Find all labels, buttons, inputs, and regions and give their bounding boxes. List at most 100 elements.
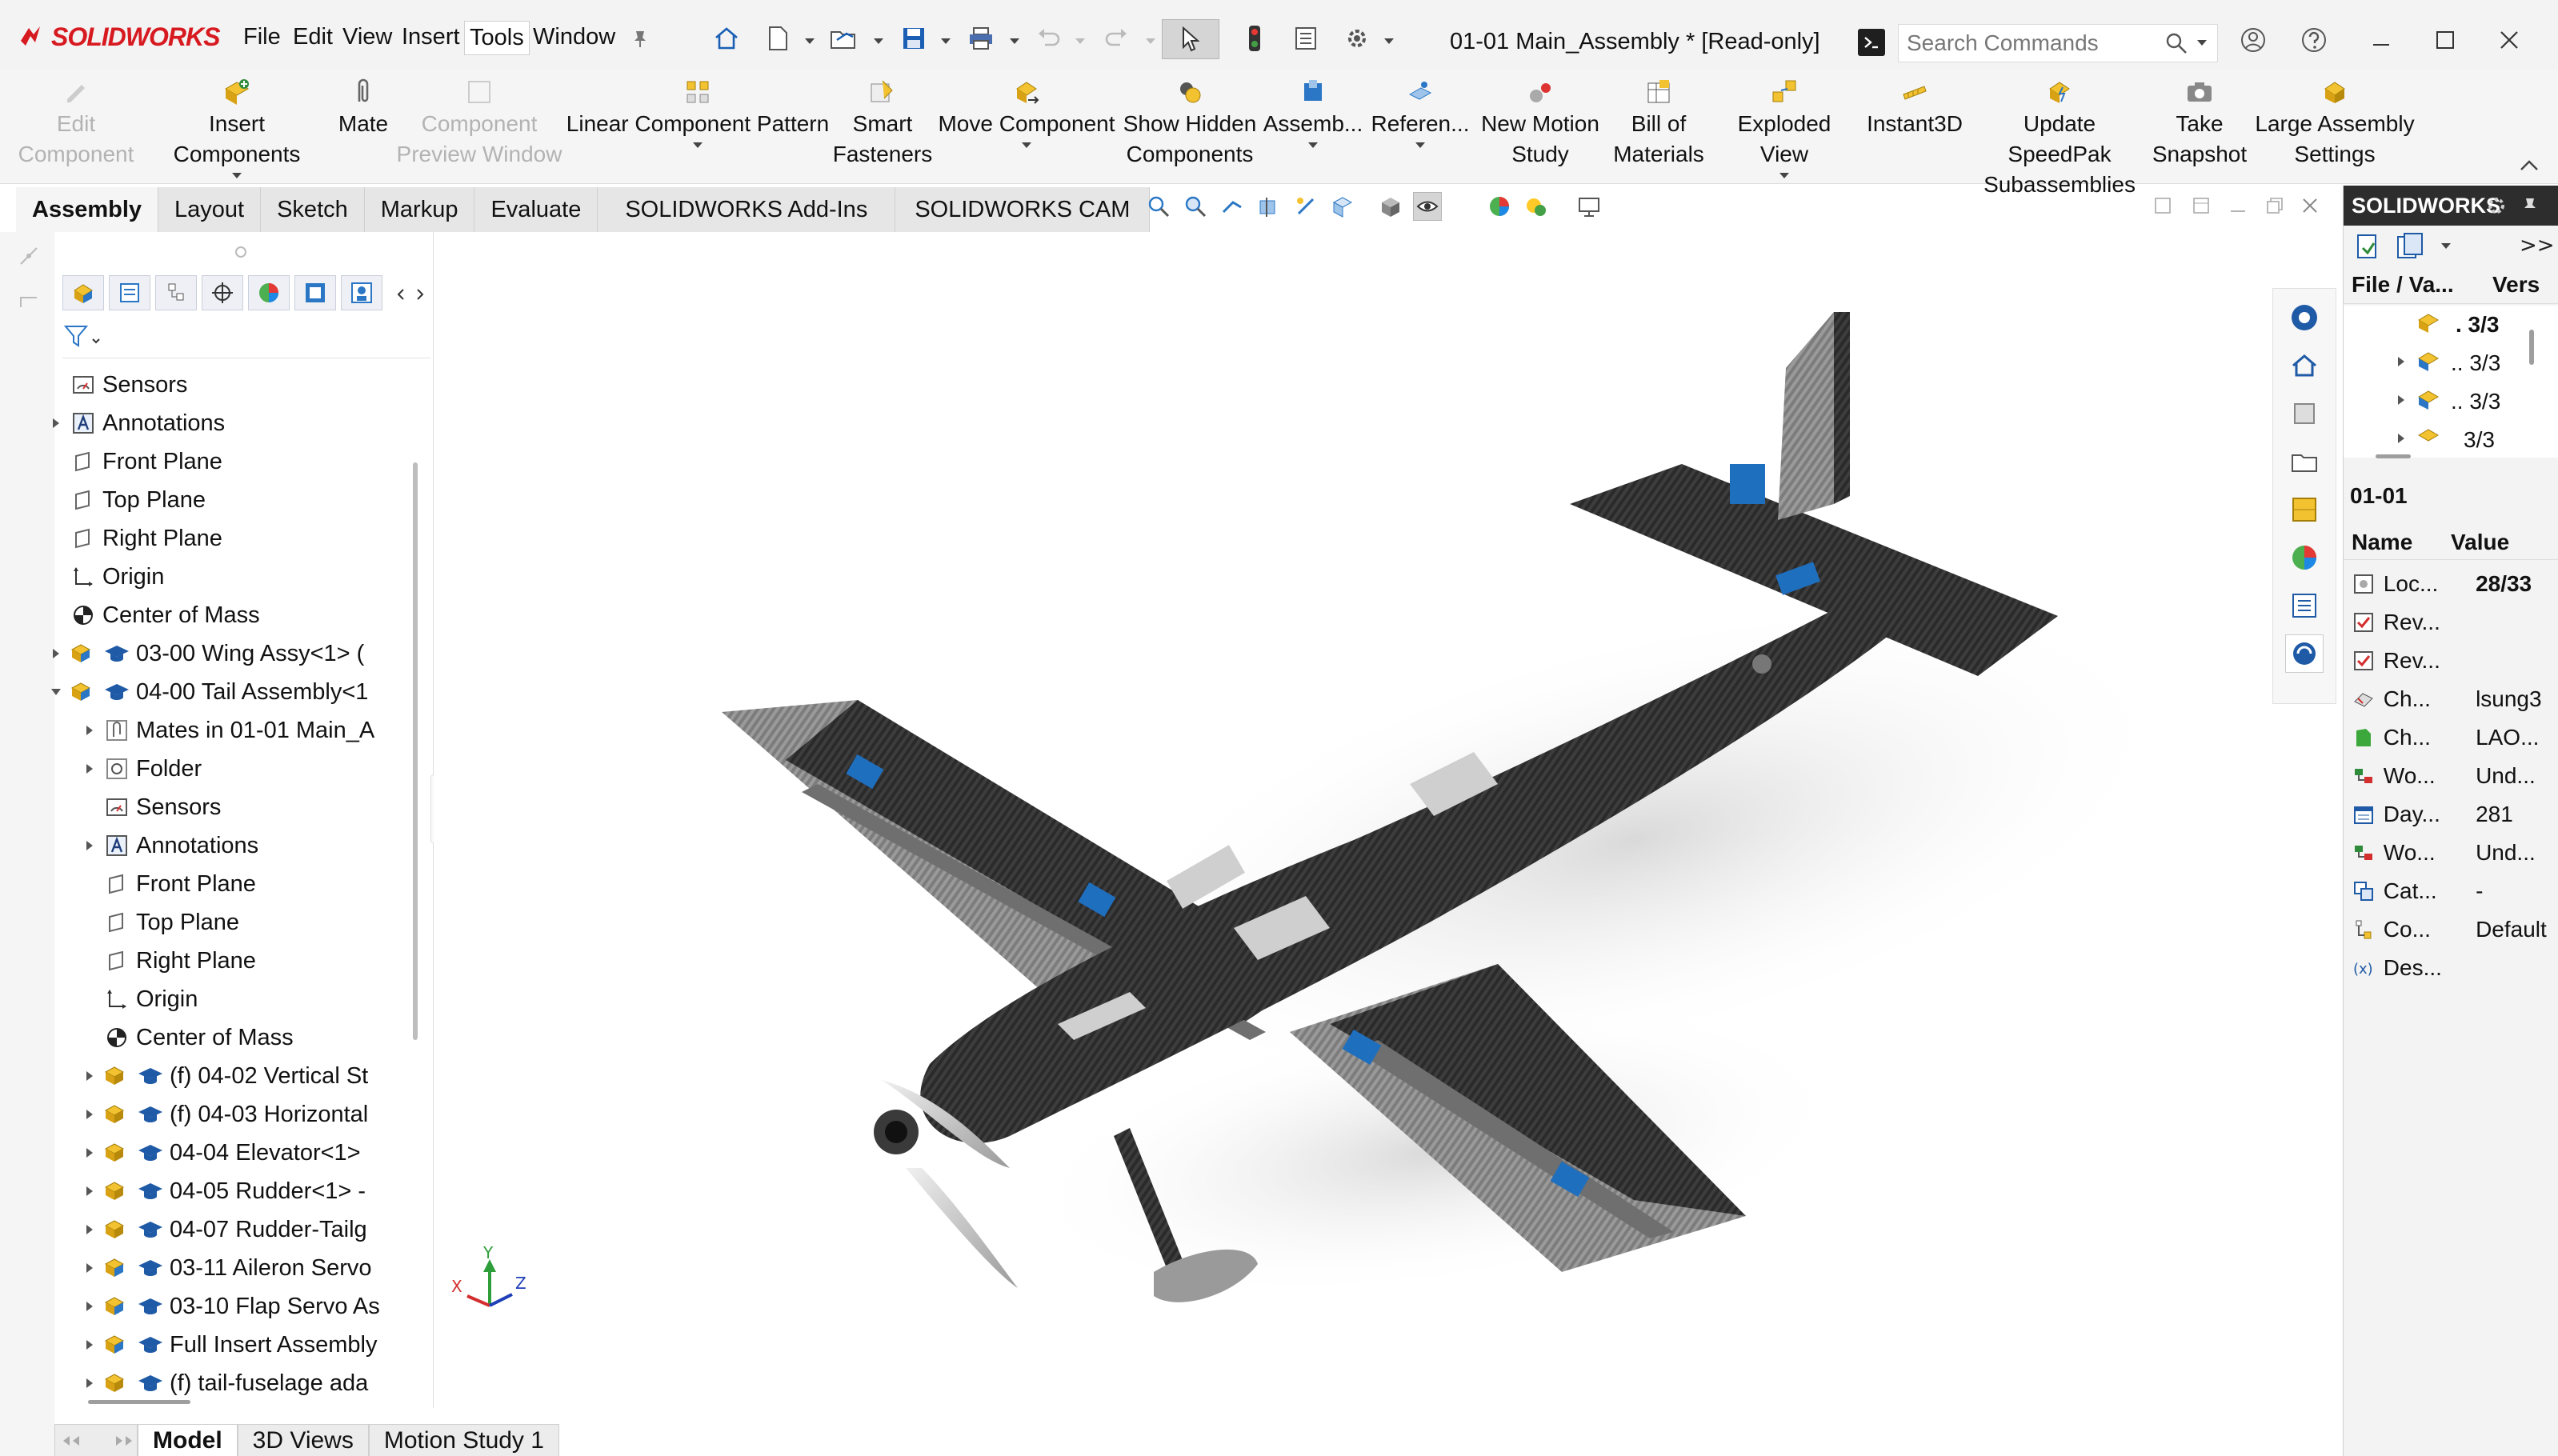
tree-item[interactable]: Front Plane [48, 443, 222, 480]
view-palette-icon[interactable] [2285, 490, 2324, 529]
tab-solidworks-add-ins[interactable]: SOLIDWORKS Add-Ins [598, 187, 896, 232]
expand-arrow-icon[interactable] [48, 415, 64, 431]
graphics-area[interactable]: Y X Z [434, 232, 2336, 1424]
tab-model[interactable]: Model [138, 1424, 238, 1456]
display-manager-tab-icon[interactable] [248, 275, 290, 310]
pdm-col-value[interactable]: Value [2451, 530, 2509, 555]
menu-edit[interactable]: Edit [293, 24, 333, 50]
pdm-property-row[interactable]: Wo... Und... [2344, 757, 2558, 795]
collapse-ribbon-chevron-up-icon[interactable] [2517, 155, 2541, 174]
tab-layout[interactable]: Layout [158, 187, 262, 232]
pdm-property-row[interactable]: Loc... 28/33 [2344, 565, 2558, 603]
expand-arrow-icon[interactable] [82, 1145, 98, 1161]
file-properties-icon[interactable] [1290, 22, 1322, 54]
tab-motion-study-1[interactable]: Motion Study 1 [368, 1424, 559, 1456]
redo-dropdown-caret[interactable] [1146, 38, 1155, 44]
tree-item[interactable]: Mates in 01-01 Main_A [82, 712, 374, 749]
tree-item[interactable]: 04-04 Elevator<1> [82, 1134, 361, 1171]
pdm-file-list-hscrollbar[interactable] [2376, 454, 2411, 458]
open-folder-icon[interactable] [827, 22, 859, 54]
component-preview-window-button[interactable]: Component Preview Window [395, 77, 563, 170]
viewport-close-icon[interactable] [2300, 195, 2320, 216]
tab-assembly[interactable]: Assembly [16, 187, 159, 232]
print-icon[interactable] [965, 22, 997, 54]
menu-view[interactable]: View [342, 24, 392, 50]
collapse-arrow-icon[interactable] [48, 684, 64, 700]
appearances-scenes-icon[interactable] [2285, 538, 2324, 577]
pdm-file-row[interactable]: . 3/3 [2344, 306, 2558, 342]
pdm-settings-gear-icon[interactable] [2484, 194, 2508, 218]
new-document-icon[interactable] [762, 22, 794, 54]
tree-horizontal-scrollbar[interactable] [88, 1400, 190, 1404]
tab-3d-views[interactable]: 3D Views [237, 1424, 369, 1456]
tree-item[interactable]: Origin [82, 981, 198, 1018]
expand-arrow-icon[interactable] [48, 646, 64, 662]
tree-item[interactable]: Right Plane [82, 942, 256, 979]
instant3d-button[interactable]: Instant3D [1858, 77, 1972, 139]
pdm-col-file[interactable]: File / Va... [2352, 272, 2454, 298]
viewport-restore-icon[interactable] [2264, 195, 2285, 216]
tree-item[interactable]: Top Plane [82, 904, 239, 941]
panel-grip-icon[interactable] [235, 246, 246, 258]
vertical-fin[interactable] [1730, 312, 1850, 520]
tree-item[interactable]: 04-07 Rudder-Tailg [82, 1211, 367, 1248]
maximize-window-icon[interactable] [2428, 22, 2463, 58]
open-dropdown-caret[interactable] [874, 38, 883, 44]
tree-item[interactable]: Full Insert Assembly [82, 1326, 377, 1363]
view-orientation-icon[interactable] [1328, 192, 1357, 221]
tree-item[interactable]: Sensors [82, 789, 221, 826]
show-hidden-components-button[interactable]: Show Hidden Components [1120, 77, 1259, 170]
pdm-property-row[interactable]: Rev... [2344, 603, 2558, 642]
save-icon[interactable] [898, 22, 930, 54]
pdm-pin-icon[interactable] [2518, 194, 2542, 218]
pdm-col-version[interactable]: Vers [2492, 272, 2540, 298]
mate-button[interactable]: Mate [331, 77, 395, 139]
edit-appearance-icon[interactable] [1485, 192, 1514, 221]
pdm-file-list-scrollbar[interactable] [2529, 330, 2534, 365]
bill-of-materials-button[interactable]: Bill of Materials [1607, 77, 1711, 170]
expand-arrow-icon[interactable] [82, 1298, 98, 1314]
zoom-to-area-icon[interactable] [1181, 192, 1210, 221]
close-window-icon[interactable] [2492, 22, 2527, 58]
smart-fasteners-button[interactable]: Smart Fasteners [832, 77, 933, 170]
tab-markup[interactable]: Markup [364, 187, 475, 232]
viewport-minimize-icon[interactable] [2228, 195, 2248, 216]
feature-tree-tab-icon[interactable] [62, 275, 104, 310]
tab-scroll-arrows[interactable] [54, 1424, 138, 1456]
pdm-more-button[interactable]: >> [2520, 234, 2555, 258]
hide-show-items-icon[interactable] [1413, 192, 1442, 221]
options-dropdown-caret[interactable] [1384, 38, 1394, 44]
search-dropdown-caret[interactable] [2197, 40, 2207, 46]
reference-geometry-dropdown-caret[interactable] [1415, 142, 1425, 148]
tree-item[interactable]: 03-11 Aileron Servo [82, 1250, 372, 1286]
undo-dropdown-caret[interactable] [1075, 38, 1085, 44]
move-component-button[interactable]: Move Component [933, 77, 1120, 148]
tree-item[interactable]: 03-00 Wing Assy<1> ( [48, 635, 364, 672]
print-dropdown-caret[interactable] [1010, 38, 1019, 44]
viewport-tile-icon[interactable] [2152, 195, 2173, 216]
search-icon[interactable] [2160, 27, 2192, 59]
tab-evaluate[interactable]: Evaluate [474, 187, 598, 232]
tree-item[interactable]: Sensors [48, 366, 187, 403]
take-snapshot-button[interactable]: Take Snapshot [2148, 77, 2252, 170]
expand-arrow-icon[interactable] [82, 761, 98, 777]
tree-item[interactable]: Center of Mass [82, 1019, 294, 1056]
home-icon[interactable] [711, 22, 743, 54]
select-tool-button[interactable] [1162, 19, 1219, 59]
linear-component-pattern-button[interactable]: Linear Component Pattern [563, 77, 832, 148]
pdm-property-row[interactable]: Ch... lsung3 [2344, 680, 2558, 718]
tree-item[interactable]: (f) 04-02 Vertical St [82, 1058, 368, 1094]
tab-solidworks-cam[interactable]: SOLIDWORKS CAM [895, 187, 1151, 232]
pin-icon[interactable] [624, 22, 656, 54]
tabs-scroll-right-icon[interactable] [414, 286, 426, 302]
expand-arrow-icon[interactable] [2395, 354, 2408, 370]
tree-item[interactable]: Top Plane [48, 482, 206, 518]
exploded-view-dropdown-caret[interactable] [1779, 173, 1789, 178]
tree-item[interactable]: Front Plane [82, 866, 256, 902]
pdm-property-row[interactable]: (x) Des... [2344, 949, 2558, 987]
property-manager-tab-icon[interactable] [109, 275, 150, 310]
menu-file[interactable]: File [243, 24, 281, 50]
pdm-property-row[interactable]: Ch... LAO... [2344, 718, 2558, 757]
expand-arrow-icon[interactable] [82, 838, 98, 854]
filter-funnel-icon[interactable] [62, 323, 102, 350]
